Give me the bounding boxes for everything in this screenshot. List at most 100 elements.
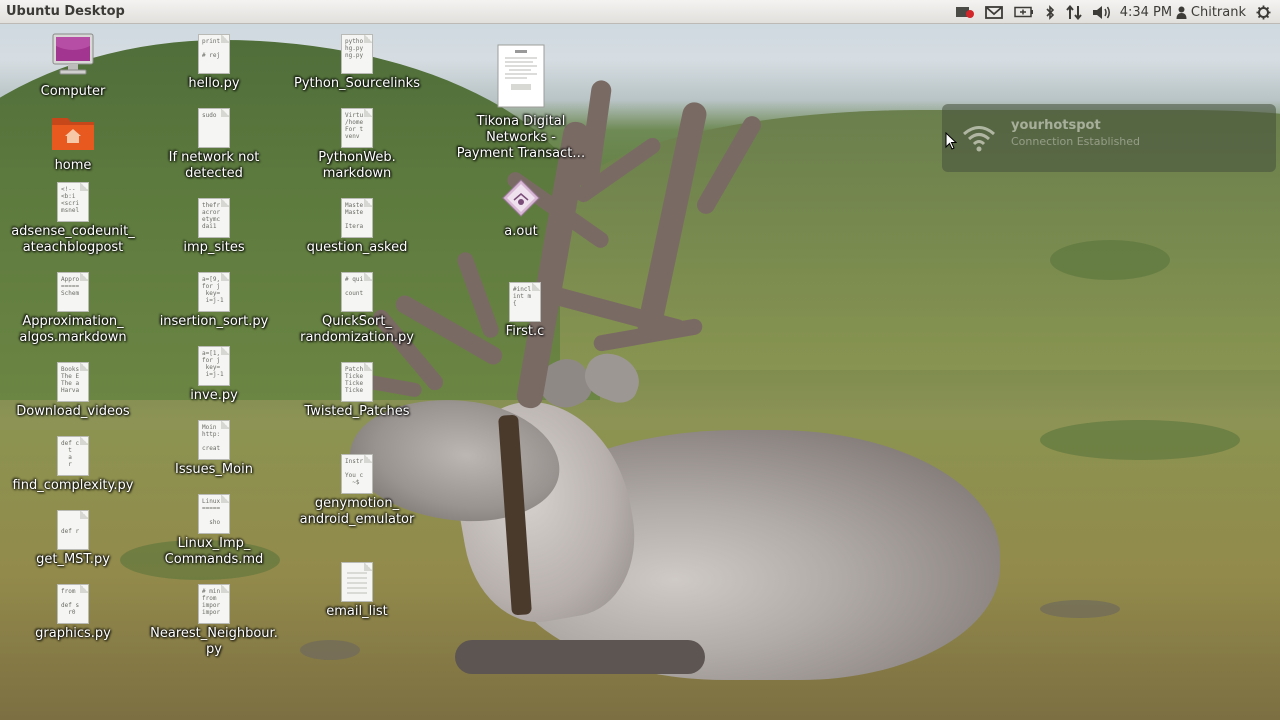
file-preview: Patch Ticke Ticke Ticke xyxy=(345,366,364,394)
text-file-icon: Books The E The a Harva xyxy=(57,362,89,402)
text-file-icon: # qui count xyxy=(341,272,373,312)
file-preview: Instr You c ~$ xyxy=(345,458,364,486)
notification-title: yourhotspot xyxy=(1011,118,1101,133)
user-icon[interactable] xyxy=(1175,0,1189,24)
power-gear-icon[interactable] xyxy=(1252,0,1274,24)
moss-patch xyxy=(1040,420,1240,460)
text-file-icon: Moin http: creat xyxy=(198,420,230,460)
reindeer-legs xyxy=(455,640,705,674)
desktop-icon-file[interactable]: Linux ===== sho Linux_Imp_ Commands.md xyxy=(144,494,284,568)
file-preview: sudo xyxy=(202,112,217,119)
text-file-icon: def c t a r xyxy=(57,436,89,476)
icon-label: Python_Sourcelinks xyxy=(294,76,420,91)
mail-icon[interactable] xyxy=(979,0,1009,24)
desktop-icon-file[interactable]: a=[9, for j key= i=j-1 insertion_sort.py xyxy=(144,272,284,330)
file-preview: a=[1, for j key= i=j-1 xyxy=(202,350,224,378)
desktop-icon-executable[interactable]: a.out xyxy=(451,178,591,240)
icon-label: Linux_Imp_ Commands.md xyxy=(164,536,264,567)
icon-label: PythonWeb. markdown xyxy=(318,150,396,181)
desktop-icon-file[interactable]: Appro ===== Schem Approximation_ algos.m… xyxy=(3,272,143,346)
battery-icon[interactable] xyxy=(1009,0,1039,24)
network-icon[interactable] xyxy=(1061,0,1087,24)
icon-label: Nearest_Neighbour. py xyxy=(150,626,278,657)
desktop-icon-file[interactable]: #incl int m { First.c xyxy=(455,282,595,340)
bluetooth-icon[interactable] xyxy=(1039,0,1061,24)
desktop-icon-file[interactable]: def r get_MST.py xyxy=(3,510,143,568)
icon-label: adsense_codeunit_ ateachblogpost xyxy=(11,224,135,255)
computer-icon xyxy=(3,32,143,82)
desktop-icon-file[interactable]: sudo If network not detected xyxy=(144,108,284,182)
text-file-icon: pytho hg.py ng.py xyxy=(341,34,373,74)
desktop-icon-file[interactable]: print # rej hello.py xyxy=(144,34,284,92)
icon-label: find_complexity.py xyxy=(12,478,134,493)
wifi-icon xyxy=(962,124,996,156)
text-file-icon: Maste Maste Itera xyxy=(341,198,373,238)
notification-bubble: yourhotspot Connection Established xyxy=(942,104,1276,172)
icon-label: Tikona Digital Networks - Payment Transa… xyxy=(456,114,586,161)
pdf-document-icon xyxy=(451,44,591,112)
executable-diamond-icon xyxy=(451,178,591,222)
desktop-icon-home[interactable]: home xyxy=(3,112,143,174)
panel-title: Ubuntu Desktop xyxy=(6,4,125,19)
desktop-icon-file[interactable]: Moin http: creat Issues_Moin xyxy=(144,420,284,478)
file-preview: pytho hg.py ng.py xyxy=(345,38,364,59)
file-preview: a=[9, for j key= i=j-1 xyxy=(202,276,224,304)
notification-body: Connection Established xyxy=(1011,135,1141,148)
desktop-icon-file[interactable]: thefr acror etymc dai1 imp_sites xyxy=(144,198,284,256)
file-preview: thefr acror etymc dai1 xyxy=(202,202,221,230)
icon-label: home xyxy=(54,158,92,173)
desktop-icon-document[interactable]: Tikona Digital Networks - Payment Transa… xyxy=(451,44,591,162)
icon-label: get_MST.py xyxy=(36,552,110,567)
file-preview: Books The E The a Harva xyxy=(61,366,80,394)
icon-label: insertion_sort.py xyxy=(159,314,269,329)
text-file-icon: # min from impor impor xyxy=(198,584,230,624)
text-file-icon: <!-- <b:i <scri msnel xyxy=(57,182,89,222)
volume-icon[interactable] xyxy=(1087,0,1117,24)
icon-label: question_asked xyxy=(306,240,408,255)
text-file-icon: print # rej xyxy=(198,34,230,74)
desktop-icon-file[interactable]: Virtu /home For t venv PythonWeb. markdo… xyxy=(287,108,427,182)
desktop-icon-file[interactable]: a=[1, for j key= i=j-1 inve.py xyxy=(144,346,284,404)
icon-label: hello.py xyxy=(188,76,240,91)
icon-label: inve.py xyxy=(190,388,238,403)
text-file-icon: a=[9, for j key= i=j-1 xyxy=(198,272,230,312)
desktop-icon-file[interactable]: pytho hg.py ng.py Python_Sourcelinks xyxy=(287,34,427,92)
file-preview: # qui count xyxy=(345,276,364,297)
icon-label: a.out xyxy=(504,224,538,239)
icon-label: graphics.py xyxy=(35,626,111,641)
recording-icon[interactable] xyxy=(951,0,979,24)
icon-label: QuickSort_ randomization.py xyxy=(300,314,414,345)
clock[interactable]: 4:34 PM xyxy=(1117,0,1175,24)
desktop-icon-file[interactable]: <!-- <b:i <scri msnel adsense_codeunit_ … xyxy=(3,182,143,256)
file-preview: print # rej xyxy=(202,38,221,59)
icon-label: email_list xyxy=(326,604,388,619)
icon-label: First.c xyxy=(505,324,545,339)
file-preview: # min from impor impor xyxy=(202,588,221,616)
text-file-icon: Appro ===== Schem xyxy=(57,272,89,312)
desktop-icon-file[interactable]: from def s r0 graphics.py xyxy=(3,584,143,642)
desktop-icon-file[interactable]: # min from impor impor Nearest_Neighbour… xyxy=(144,584,284,658)
file-preview: Linux ===== sho xyxy=(202,498,221,526)
desktop-icon-file[interactable]: Instr You c ~$ genymotion_ android_emula… xyxy=(287,454,427,528)
file-preview: from def s r0 xyxy=(61,588,80,616)
desktop-icon-file[interactable]: def c t a r find_complexity.py xyxy=(3,436,143,494)
desktop-icon-computer[interactable]: Computer xyxy=(3,32,143,100)
file-preview: <!-- <b:i <scri msnel xyxy=(61,186,80,214)
icon-label: Approximation_ algos.markdown xyxy=(19,314,127,345)
file-preview: #incl int m { xyxy=(513,286,532,307)
desktop-icon-file[interactable]: email_list xyxy=(287,562,427,620)
text-file-icon: Patch Ticke Ticke Ticke xyxy=(341,362,373,402)
desktop-icon-file[interactable]: Books The E The a Harva Download_videos xyxy=(3,362,143,420)
desktop-icon-file[interactable]: Maste Maste Itera question_asked xyxy=(287,198,427,256)
user-name[interactable]: Chitrank xyxy=(1189,0,1252,24)
file-preview: Appro ===== Schem xyxy=(61,276,80,297)
file-preview: Maste Maste Itera xyxy=(345,202,364,230)
file-preview: def c t a r xyxy=(61,440,80,468)
icon-label: If network not detected xyxy=(168,150,260,181)
file-preview: Moin http: creat xyxy=(202,424,221,452)
rock xyxy=(1040,600,1120,618)
desktop-icon-file[interactable]: # qui count QuickSort_ randomization.py xyxy=(287,272,427,346)
desktop-icon-file[interactable]: Patch Ticke Ticke Ticke Twisted_Patches xyxy=(287,362,427,420)
text-file-icon: Virtu /home For t venv xyxy=(341,108,373,148)
icon-label: Issues_Moin xyxy=(175,462,253,477)
